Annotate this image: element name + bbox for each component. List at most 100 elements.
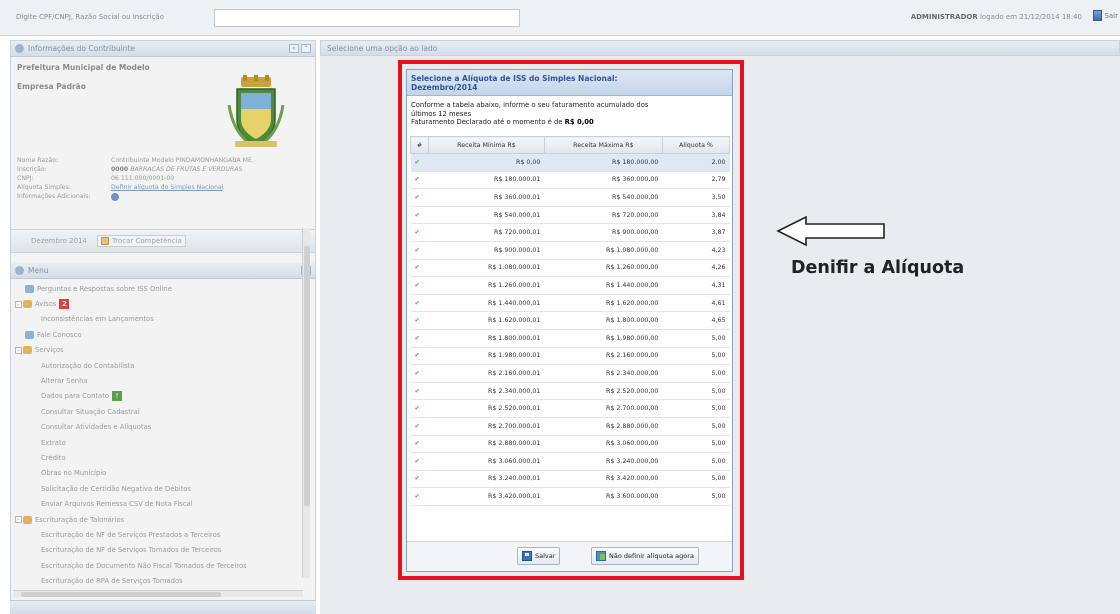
collapse-up-button[interactable]: ⌃ bbox=[301, 44, 311, 53]
field-value: Contribuinte Modelo PINDAMONHANGABA ME. bbox=[111, 157, 254, 164]
check-icon: ✔ bbox=[410, 153, 429, 172]
table-row[interactable]: ✔ R$ 1.980.000,01 R$ 2.160.000,00 5,00 bbox=[410, 347, 730, 366]
table-row[interactable]: ✔ R$ 1.620.000,01 R$ 1.800.000,00 4,65 bbox=[410, 311, 730, 330]
expand-toggle-icon[interactable]: - bbox=[15, 346, 22, 354]
menu-item[interactable]: Extrato bbox=[11, 435, 315, 450]
table-row[interactable]: ✔ R$ 3.420.000,01 R$ 3.600.000,00 5,00 bbox=[410, 487, 730, 506]
table-row[interactable]: ✔ R$ 3.060.000,01 R$ 3.240.000,00 5,00 bbox=[410, 452, 730, 471]
check-icon: ✔ bbox=[410, 470, 429, 489]
notification-badge: 2 bbox=[59, 299, 70, 310]
aliquota-cell: 5,00 bbox=[662, 487, 730, 506]
annotation-text: Denifir a Alíquota bbox=[791, 258, 965, 278]
receita-maxima-cell: R$ 2.880.000,00 bbox=[544, 417, 663, 436]
receita-minima-cell: R$ 3.240.000,01 bbox=[428, 470, 545, 489]
save-button[interactable]: Salvar bbox=[517, 547, 561, 565]
table-row[interactable]: ✔ R$ 1.260.000,01 R$ 1.440.000,00 4,31 bbox=[410, 276, 730, 295]
menu-item[interactable]: Obras no Município bbox=[11, 466, 315, 481]
municipal-crest-logo bbox=[227, 75, 285, 147]
receita-maxima-cell: R$ 1.620.000,00 bbox=[544, 294, 663, 313]
menu-item[interactable]: Dados para Contato! bbox=[11, 389, 315, 404]
content-header: Selecione uma opção ao lado bbox=[320, 40, 1120, 56]
expand-toggle-icon[interactable]: - bbox=[15, 300, 22, 308]
menu-item[interactable]: Autorização do Contabilista bbox=[11, 358, 315, 373]
define-aliquota-link[interactable]: Definir alíquota do Simples Nacional bbox=[111, 184, 223, 193]
vertical-scrollbar-thumb[interactable] bbox=[304, 246, 310, 506]
receita-maxima-cell: R$ 720.000,00 bbox=[544, 206, 663, 225]
receita-maxima-cell: R$ 1.980.000,00 bbox=[544, 329, 663, 348]
menu-item[interactable]: Inconsistências em Lançamentos bbox=[11, 312, 315, 327]
search-input[interactable] bbox=[214, 9, 520, 27]
menu-item-label: Solicitação de Certidão Negativa de Débi… bbox=[41, 484, 191, 493]
vertical-scrollbar[interactable] bbox=[302, 228, 310, 578]
menu-item[interactable]: Escrituração de RPA de Serviços Tomados bbox=[11, 573, 315, 588]
table-row[interactable]: ✔ R$ 3.240.000,01 R$ 3.420.000,00 5,00 bbox=[410, 470, 730, 489]
menu-icon bbox=[23, 515, 32, 524]
competencia-bar: Dezembro 2014 Trocar Competência bbox=[11, 229, 315, 253]
menu-tree: Perguntas e Respostas sobre ISS Online - A… bbox=[11, 279, 315, 614]
menu-item[interactable]: - Serviços bbox=[11, 343, 315, 358]
col-header: Receita Máxima R$ bbox=[543, 136, 663, 154]
field-key: Alíquota Simples: bbox=[17, 184, 71, 191]
table-row[interactable]: ✔ R$ 1.440.000,01 R$ 1.620.000,00 4,61 bbox=[410, 294, 730, 313]
menu-item[interactable]: - Escrituração de Talonários bbox=[11, 512, 315, 527]
col-header: Receita Mínima R$ bbox=[428, 136, 545, 154]
menu-item[interactable]: Escrituração de Documento Não Fiscal Tom… bbox=[11, 558, 315, 573]
table-row[interactable]: ✔ R$ 1.800.000,01 R$ 1.980.000,00 5,00 bbox=[410, 329, 730, 348]
table-row[interactable]: ✔ R$ 1.080.000,01 R$ 1.260.000,00 4,26 bbox=[410, 259, 730, 278]
menu-panel-title: Menu bbox=[28, 266, 49, 275]
menu-item[interactable]: Perguntas e Respostas sobre ISS Online bbox=[11, 281, 315, 296]
horizontal-scrollbar[interactable] bbox=[13, 590, 303, 597]
table-row[interactable]: ✔ R$ 900.000,01 R$ 1.080.000,00 4,23 bbox=[410, 241, 730, 260]
menu-item[interactable]: Escrituração de NF de Serviços Tomados d… bbox=[11, 543, 315, 558]
trocar-competencia-button[interactable]: Trocar Competência bbox=[97, 235, 186, 247]
exit-button[interactable]: Sair bbox=[1093, 10, 1118, 21]
collapse-left-button[interactable]: « bbox=[289, 44, 299, 53]
receita-minima-cell: R$ 2.880.000,01 bbox=[428, 435, 545, 454]
search-label: Digite CPF/CNPJ, Razão Social ou Inscriç… bbox=[16, 13, 164, 21]
menu-item-label: Consultar Atividades e Alíquotas bbox=[41, 423, 152, 432]
table-row[interactable]: ✔ R$ 2.340.000,01 R$ 2.520.000,00 5,00 bbox=[410, 382, 730, 401]
menu-item[interactable]: - Avisos 2 bbox=[11, 296, 315, 311]
table-row[interactable]: ✔ R$ 2.700.000,01 R$ 2.880.000,00 5,00 bbox=[410, 417, 730, 436]
menu-item[interactable]: Solicitação de Certidão Negativa de Débi… bbox=[11, 481, 315, 496]
table-row[interactable]: ✔ R$ 720.000,01 R$ 900.000,00 3,87 bbox=[410, 223, 730, 242]
menu-panel-header[interactable]: Menu « bbox=[11, 263, 315, 279]
aliquota-cell: 5,00 bbox=[662, 347, 730, 366]
competencia-label: Dezembro 2014 bbox=[31, 237, 87, 245]
field-key: Inscrição: bbox=[17, 166, 47, 173]
aliquota-cell: 3,87 bbox=[662, 223, 730, 242]
receita-maxima-cell: R$ 1.440.000,00 bbox=[544, 276, 663, 295]
menu-item[interactable]: Escrituração de NF de Serviços Prestados… bbox=[11, 527, 315, 542]
table-row[interactable]: ✔ R$ 2.880.000,01 R$ 3.060.000,00 5,00 bbox=[410, 435, 730, 454]
info-icon[interactable] bbox=[111, 193, 119, 201]
receita-minima-cell: R$ 900.000,01 bbox=[428, 241, 545, 260]
skip-label: Não definir alíquota agora bbox=[609, 552, 694, 560]
field-key: Informações Adicionais: bbox=[17, 193, 91, 200]
check-icon: ✔ bbox=[410, 417, 429, 436]
aliquota-cell: 5,00 bbox=[662, 417, 730, 436]
receita-maxima-cell: R$ 1.080.000,00 bbox=[544, 241, 663, 260]
aliquota-cell: 2,00 bbox=[662, 153, 730, 172]
info-panel-icon bbox=[15, 44, 24, 53]
expand-toggle-icon[interactable]: - bbox=[15, 516, 22, 524]
menu-item[interactable]: Consultar Atividades e Alíquotas bbox=[11, 420, 315, 435]
menu-item-label: Escrituração de RPA de Serviços Tomados bbox=[41, 577, 183, 586]
table-row[interactable]: ✔ R$ 2.520.000,01 R$ 2.700.000,00 5,00 bbox=[410, 399, 730, 418]
table-row[interactable]: ✔ R$ 540.000,01 R$ 720.000,00 3,84 bbox=[410, 206, 730, 225]
table-row[interactable]: ✔ R$ 180.000,01 R$ 360.000,00 2,79 bbox=[410, 171, 730, 190]
skip-aliquota-button[interactable]: Não definir alíquota agora bbox=[591, 547, 699, 565]
menu-item[interactable]: Crédito bbox=[11, 450, 315, 465]
menu-item-label: Escrituração de NF de Serviços Prestados… bbox=[41, 530, 221, 539]
receita-minima-cell: R$ 2.340.000,01 bbox=[428, 382, 545, 401]
menu-item[interactable]: Alterar Senha bbox=[11, 373, 315, 388]
info-panel-title: Informações do Contribuinte bbox=[28, 44, 135, 53]
menu-item[interactable]: Fale Conosco bbox=[11, 327, 315, 342]
menu-item[interactable]: Consultar Situação Cadastral bbox=[11, 404, 315, 419]
menu-item[interactable]: Enviar Arquivos Remessa CSV de Nota Fisc… bbox=[11, 496, 315, 511]
table-row[interactable]: ✔ R$ 2.160.000,01 R$ 2.340.000,00 5,00 bbox=[410, 364, 730, 383]
table-row[interactable]: ✔ R$ 0,00 R$ 180.000,00 2,00 bbox=[410, 153, 730, 172]
receita-minima-cell: R$ 2.700.000,01 bbox=[428, 417, 545, 436]
table-row[interactable]: ✔ R$ 360.000,01 R$ 540.000,00 3,50 bbox=[410, 188, 730, 207]
menu-icon bbox=[23, 346, 32, 355]
horizontal-scrollbar-thumb[interactable] bbox=[21, 592, 221, 597]
